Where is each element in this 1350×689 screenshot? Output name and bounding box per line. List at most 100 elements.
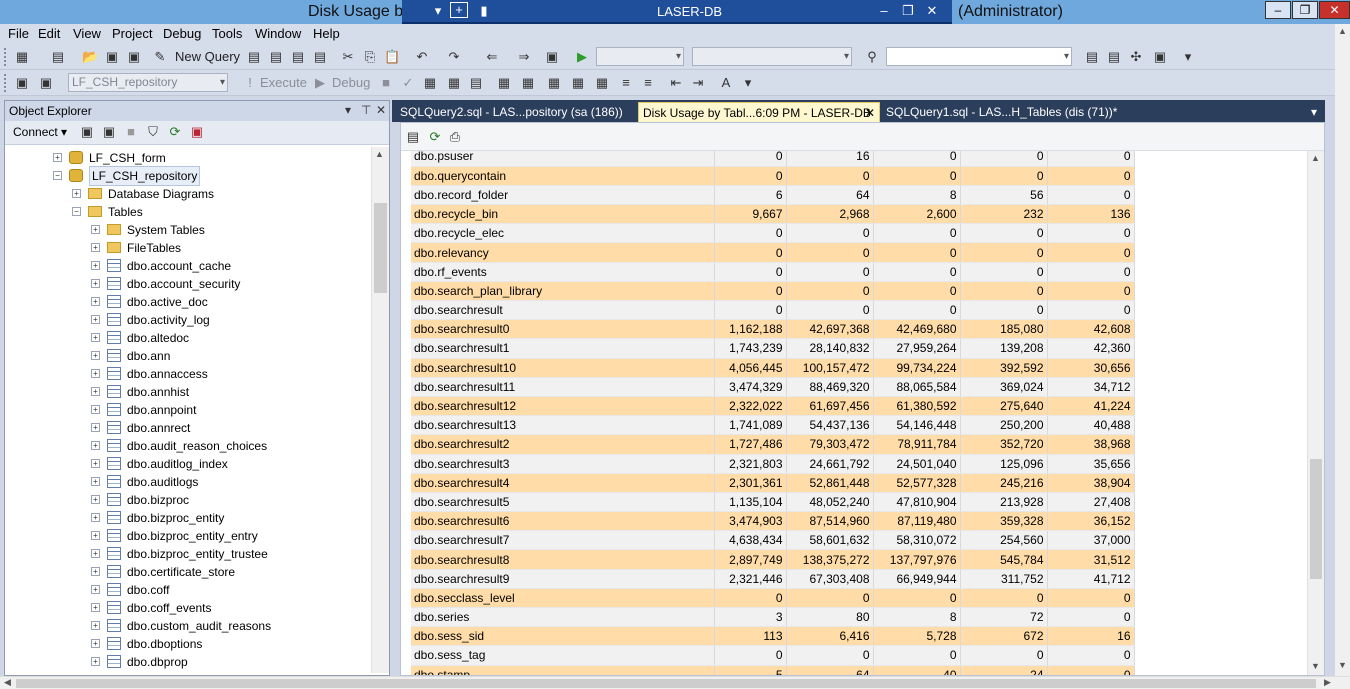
results-to-grid-icon[interactable]: ▦ [570, 75, 586, 91]
minimize-button[interactable]: – [1265, 1, 1291, 19]
tree-node-label[interactable]: FileTables [127, 239, 181, 257]
menu-edit[interactable]: Edit [38, 26, 60, 41]
debug-button[interactable]: Debug [332, 75, 370, 90]
tree-node-label[interactable]: dbo.audit_reason_choices [127, 437, 267, 455]
remote-restore-button[interactable]: ❐ [898, 2, 918, 20]
window-position-icon[interactable]: ▾ [345, 103, 351, 117]
scroll-right-icon[interactable]: ▶ [1324, 677, 1331, 688]
tree-node-label[interactable]: dbo.auditlog_index [127, 455, 228, 473]
tree-node-label[interactable]: dbo.bizproc_entity_entry [127, 527, 258, 545]
debug-icon[interactable]: ▶ [312, 75, 328, 91]
add-item-icon[interactable]: ▤ [50, 49, 66, 65]
results-to-file-icon[interactable]: ▦ [594, 75, 610, 91]
toolbox-icon[interactable]: ▣ [1152, 49, 1168, 65]
paste-icon[interactable]: 📋 [384, 49, 400, 65]
scroll-left-icon[interactable]: ◀ [4, 677, 11, 688]
menu-view[interactable]: View [73, 26, 101, 41]
collapse-icon[interactable]: − [72, 207, 81, 216]
scroll-down-icon[interactable]: ▼ [1338, 660, 1347, 670]
window-hscrollbar[interactable]: ◀ ▶ [0, 676, 1350, 689]
save-icon[interactable]: ▣ [104, 49, 120, 65]
tree-node[interactable]: + dbo.activity_log [5, 311, 371, 329]
expand-icon[interactable]: + [91, 423, 100, 432]
expand-icon[interactable]: + [91, 657, 100, 666]
scroll-up-icon[interactable]: ▲ [375, 149, 384, 159]
tree-node-label[interactable]: dbo.annrect [127, 419, 190, 437]
tree-node-label[interactable]: LF_CSH_form [89, 149, 166, 167]
tree-node[interactable]: + dbo.account_cache [5, 257, 371, 275]
new-query-button[interactable]: New Query [175, 49, 240, 64]
properties-icon[interactable]: ✣ [1128, 49, 1144, 65]
stop-icon[interactable]: ■ [123, 124, 139, 140]
activity-monitor-icon[interactable]: ▣ [544, 49, 560, 65]
tree-node[interactable]: + dbo.annpoint [5, 401, 371, 419]
expand-icon[interactable]: + [91, 225, 100, 234]
expand-icon[interactable]: + [72, 189, 81, 198]
expand-icon[interactable]: + [91, 351, 100, 360]
tree-node-label[interactable]: dbo.auditlogs [127, 473, 198, 491]
expand-icon[interactable]: + [91, 513, 100, 522]
tree-node-label[interactable]: dbo.ann [127, 347, 170, 365]
tree-node[interactable]: + dbo.certificate_store [5, 563, 371, 581]
disconnect-icon[interactable]: ▣ [101, 124, 117, 140]
query-analysis-icon[interactable]: ▤ [268, 49, 284, 65]
expand-icon[interactable]: + [91, 585, 100, 594]
window-scrollbar[interactable]: ▲ ▼ [1335, 24, 1350, 676]
tab-close-icon[interactable]: ✕ [865, 103, 875, 123]
tree-node-label[interactable]: dbo.activity_log [127, 311, 210, 329]
expand-icon[interactable]: + [53, 153, 62, 162]
tree-node-label[interactable]: System Tables [127, 221, 205, 239]
tree-node[interactable]: + dbo.account_security [5, 275, 371, 293]
hscroll-thumb[interactable] [16, 679, 1316, 688]
new-query-icon[interactable]: ✎ [152, 49, 168, 65]
tree-node-label[interactable]: dbo.coff [127, 581, 169, 599]
menu-tools[interactable]: Tools [212, 26, 242, 41]
tree-node[interactable]: + dbo.bizproc_entity [5, 509, 371, 527]
collapse-icon[interactable]: − [53, 171, 62, 180]
tree-node[interactable]: + dbo.custom_audit_reasons [5, 617, 371, 635]
remote-close-button[interactable]: ✕ [922, 2, 942, 20]
tab-sqlquery2[interactable]: SQLQuery2.sql - LAS...pository (sa (186)… [396, 102, 627, 122]
query-xmla-icon[interactable]: ▤ [312, 49, 328, 65]
expand-icon[interactable]: + [91, 243, 100, 252]
toolbar-options-icon[interactable]: ▾ [1180, 49, 1196, 65]
increase-indent-icon[interactable]: ⇥ [690, 75, 706, 91]
expand-icon[interactable]: + [91, 279, 100, 288]
comment-lines-icon[interactable]: ≡ [618, 75, 634, 91]
query-db-icon[interactable]: ▤ [246, 49, 262, 65]
remote-minimize-button[interactable]: – [874, 2, 894, 20]
execute-icon[interactable]: ! [242, 75, 258, 91]
tree-node-label[interactable]: dbo.custom_audit_reasons [127, 617, 271, 635]
open-file-icon[interactable]: 📂 [82, 49, 98, 65]
tree-node[interactable]: + dbo.ann [5, 347, 371, 365]
tree-node[interactable]: + dbo.annhist [5, 383, 371, 401]
tab-disk-usage-report[interactable]: Disk Usage by Tabl...6:09 PM - LASER-DB ✕ [638, 102, 880, 122]
tree-node[interactable]: + dbo.auditlogs [5, 473, 371, 491]
navigate-back-icon[interactable]: ⇐ [484, 49, 500, 65]
tree-node-label[interactable]: LF_CSH_repository [89, 166, 201, 186]
tree-node[interactable]: − Tables [5, 203, 371, 221]
expand-icon[interactable]: + [91, 297, 100, 306]
parse-icon[interactable]: ✓ [400, 75, 416, 91]
query-mdx-icon[interactable]: ▤ [290, 49, 306, 65]
tree-node[interactable]: + System Tables [5, 221, 371, 239]
menu-project[interactable]: Project [112, 26, 152, 41]
scroll-up-icon[interactable]: ▲ [1338, 26, 1347, 36]
expand-icon[interactable]: + [91, 567, 100, 576]
connect-engine-icon[interactable]: ▣ [79, 124, 95, 140]
change-connection-icon[interactable]: ▣ [38, 75, 54, 91]
solution-config-dropdown[interactable] [596, 47, 684, 66]
menu-window[interactable]: Window [255, 26, 301, 41]
tab-sqlquery1[interactable]: SQLQuery1.sql - LAS...H_Tables (dis (71)… [882, 102, 1121, 122]
document-map-icon[interactable]: ▤ [405, 129, 421, 145]
tree-node[interactable]: − LF_CSH_repository [5, 166, 371, 186]
decrease-indent-icon[interactable]: ⇤ [668, 75, 684, 91]
menu-file[interactable]: File [8, 26, 29, 41]
specify-values-icon[interactable]: A [718, 75, 734, 91]
expand-icon[interactable]: + [91, 405, 100, 414]
new-project-icon[interactable]: ▦ [14, 49, 30, 65]
connect-icon[interactable]: ▣ [14, 75, 30, 91]
refresh-icon[interactable]: ⟳ [167, 124, 183, 140]
expand-icon[interactable]: + [91, 477, 100, 486]
tree-node[interactable]: + dbo.dbprop [5, 653, 371, 671]
